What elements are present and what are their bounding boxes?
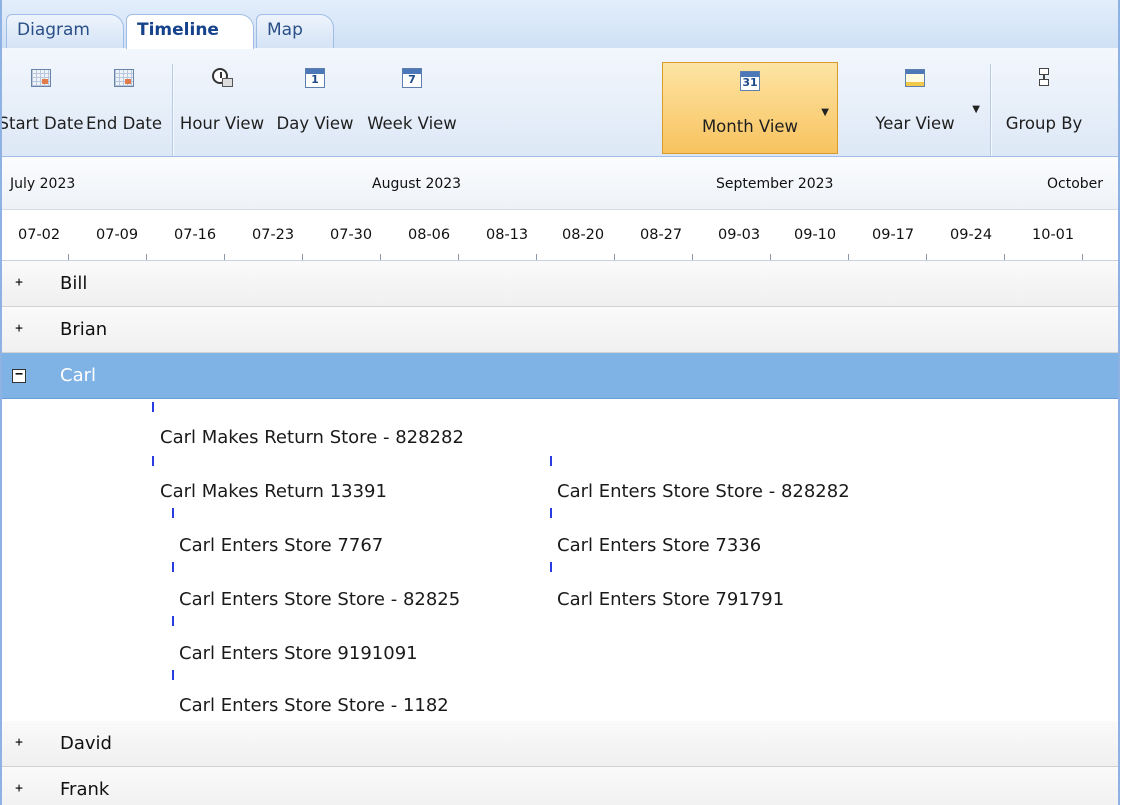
week-label: 09-03 — [718, 227, 761, 243]
tab-map[interactable]: Map — [256, 14, 334, 48]
group-row-carl[interactable]: − Carl — [2, 353, 1118, 399]
month-calendar-icon: 31 — [738, 69, 762, 93]
year-calendar-icon — [903, 66, 927, 90]
group-name: Brian — [60, 319, 108, 340]
month-label: October — [1047, 176, 1104, 192]
day-calendar-icon: 1 — [303, 66, 327, 90]
week-scale-header: 07-02 07-09 07-16 07-23 07-30 08-06 08-1… — [2, 210, 1118, 261]
group-row-david[interactable]: + David — [2, 721, 1118, 767]
month-scale-header: July 2023 August 2023 September 2023 Oct… — [2, 157, 1118, 210]
start-date-calendar-icon — [29, 66, 53, 90]
tab-diagram-label: Diagram — [17, 20, 90, 40]
month-view-button[interactable]: 31 Month View ▼ — [662, 62, 838, 154]
timeline-event[interactable]: Carl Enters Store 7767 — [179, 535, 383, 556]
tab-diagram[interactable]: Diagram — [6, 14, 124, 48]
week-label: 08-06 — [408, 227, 451, 243]
week-label: 09-24 — [950, 227, 993, 243]
end-date-label: End Date — [85, 114, 163, 133]
year-view-button[interactable]: Year View ▼ — [848, 60, 982, 152]
end-date-calendar-icon — [112, 66, 136, 90]
start-date-button[interactable]: Start Date — [2, 60, 84, 152]
month-label: August 2023 — [372, 176, 462, 192]
day-icon-number: 1 — [311, 73, 319, 86]
group-row-frank[interactable]: + Frank — [2, 767, 1118, 805]
event-marker — [172, 616, 174, 626]
tab-map-label: Map — [267, 20, 303, 40]
timeline-event[interactable]: Carl Enters Store Store - 828282 — [557, 481, 850, 502]
week-view-button[interactable]: 7 Week View — [360, 60, 464, 152]
event-marker — [550, 562, 552, 572]
month-label: September 2023 — [716, 176, 834, 192]
toolbar-separator — [990, 64, 992, 156]
group-name: Carl — [60, 365, 96, 386]
timeline-event[interactable]: Carl Enters Store Store - 1182 — [179, 695, 449, 716]
week-label: 08-20 — [562, 227, 605, 243]
group-name: Bill — [60, 273, 88, 294]
month-view-label: Month View — [701, 117, 799, 136]
event-marker — [172, 508, 174, 518]
week-label: 08-27 — [640, 227, 683, 243]
timeline-window: Diagram Timeline Map Start Date End Date… — [0, 0, 1120, 805]
group-by-button[interactable]: Group By — [994, 60, 1094, 152]
year-view-dropdown-arrow-icon[interactable]: ▼ — [972, 104, 980, 115]
week-label: 09-17 — [872, 227, 915, 243]
timeline-event[interactable]: Carl Enters Store 7336 — [557, 535, 761, 556]
end-date-button[interactable]: End Date — [78, 60, 170, 152]
event-marker — [550, 456, 552, 466]
clock-icon — [210, 66, 234, 90]
week-view-label: Week View — [367, 114, 457, 133]
collapse-icon[interactable]: − — [12, 368, 26, 383]
event-marker — [172, 562, 174, 572]
week-label: 08-13 — [486, 227, 529, 243]
week-calendar-icon: 7 — [400, 66, 424, 90]
day-view-button[interactable]: 1 Day View — [270, 60, 360, 152]
timeline-event[interactable]: Carl Makes Return Store - 828282 — [160, 427, 464, 448]
event-marker — [152, 402, 154, 412]
view-tab-strip: Diagram Timeline Map — [2, 0, 1118, 49]
week-label: 10-01 — [1032, 227, 1075, 243]
month-label: July 2023 — [10, 176, 76, 192]
tab-timeline-label: Timeline — [137, 20, 219, 40]
week-label: 07-02 — [18, 227, 61, 243]
week-label: 07-16 — [174, 227, 217, 243]
group-by-icon — [1032, 66, 1056, 90]
group-row-brian[interactable]: + Brian — [2, 307, 1118, 353]
group-name: Frank — [60, 779, 110, 800]
week-label: 07-09 — [96, 227, 139, 243]
month-icon-number: 31 — [742, 76, 758, 89]
hour-view-button[interactable]: Hour View — [174, 60, 270, 152]
timeline-event[interactable]: Carl Makes Return 13391 — [160, 481, 387, 502]
start-date-label: Start Date — [0, 114, 84, 133]
week-icon-number: 7 — [408, 73, 416, 86]
timeline-event[interactable]: Carl Enters Store 791791 — [557, 589, 784, 610]
expand-icon[interactable]: + — [12, 782, 26, 797]
month-view-dropdown-arrow-icon[interactable]: ▼ — [821, 107, 829, 118]
timeline-event[interactable]: Carl Enters Store 9191091 — [179, 643, 418, 664]
week-label: 07-30 — [330, 227, 373, 243]
event-marker — [172, 670, 174, 680]
week-label: 07-23 — [252, 227, 295, 243]
year-view-label: Year View — [875, 114, 955, 133]
group-by-label: Group By — [1005, 114, 1083, 133]
hour-view-label: Hour View — [179, 114, 265, 133]
day-view-label: Day View — [276, 114, 354, 133]
week-label: 09-10 — [794, 227, 837, 243]
timeline-event[interactable]: Carl Enters Store Store - 82825 — [179, 589, 460, 610]
event-marker — [550, 508, 552, 518]
tab-timeline[interactable]: Timeline — [126, 14, 254, 49]
group-row-bill[interactable]: + Bill — [2, 261, 1118, 307]
event-marker — [152, 456, 154, 466]
expand-icon[interactable]: + — [12, 736, 26, 751]
expand-icon[interactable]: + — [12, 322, 26, 337]
expand-icon[interactable]: + — [12, 276, 26, 291]
group-name: David — [60, 733, 112, 754]
